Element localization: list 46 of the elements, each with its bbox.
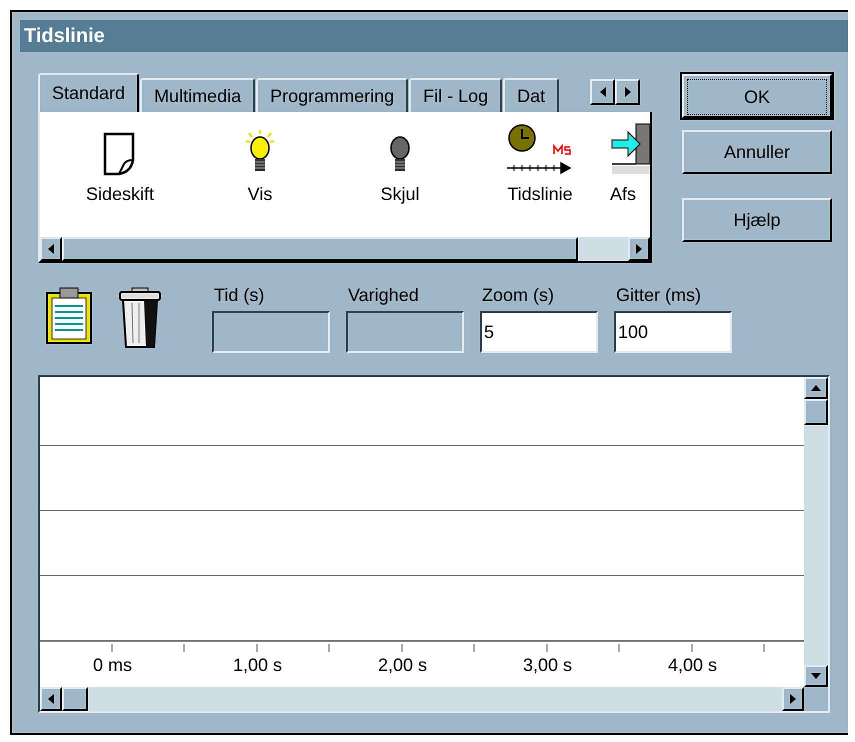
scroll-thumb[interactable] xyxy=(62,687,88,711)
scroll-left-button[interactable] xyxy=(590,79,615,105)
ruler-label: 3,00 s xyxy=(522,654,574,677)
dialog-button[interactable]: Annuller xyxy=(682,130,832,174)
field-label: Zoom (s) xyxy=(481,284,555,307)
ruler-label: 2,00 s xyxy=(376,654,428,677)
palette-item-label[interactable]: Skjul xyxy=(380,184,420,205)
palette-item-label[interactable]: Afs xyxy=(610,184,636,205)
tab[interactable]: Multimedia xyxy=(140,78,256,112)
palette-item-label[interactable]: Tidslinie xyxy=(507,184,573,205)
trash-can-icon[interactable] xyxy=(118,287,162,349)
palette-item-label[interactable]: Sideskift xyxy=(86,184,154,205)
field-label: Tid (s) xyxy=(213,284,266,307)
ruler-label: 0 ms xyxy=(92,654,133,677)
ruler-label: 4,00 s xyxy=(666,654,718,677)
triangle-arrow-icon xyxy=(624,87,632,97)
scroll-thumb[interactable] xyxy=(62,237,578,261)
tab[interactable]: Standard xyxy=(38,73,140,112)
tab[interactable]: Fil - Log xyxy=(409,78,502,112)
input-field[interactable]: 5 xyxy=(480,311,598,353)
scroll-thumb[interactable] xyxy=(804,399,828,425)
timeline-area[interactable]: 0 ms 1,00 s 2,00 s 3,00 s 4,00 s xyxy=(38,375,830,713)
horizontal-scrollbar[interactable] xyxy=(40,237,650,261)
tab[interactable]: Programmering xyxy=(256,78,408,112)
palette-item-label[interactable]: Vis xyxy=(248,184,272,205)
triangle-arrow-icon xyxy=(48,694,54,704)
field-label: Gitter (ms) xyxy=(615,284,702,307)
window-title: Tidslinie xyxy=(20,20,848,52)
input-field[interactable]: 100 xyxy=(614,311,732,353)
triangle-arrow-icon xyxy=(811,385,821,391)
triangle-arrow-icon xyxy=(48,244,54,254)
tab[interactable]: Dat xyxy=(503,78,560,112)
field-label: Varighed xyxy=(347,284,420,307)
scroll-right-button[interactable] xyxy=(615,79,640,105)
vertical-scrollbar[interactable] xyxy=(804,377,828,687)
triangle-arrow-icon xyxy=(636,244,642,254)
dialog-button[interactable]: Hjælp xyxy=(682,198,832,242)
triangle-arrow-icon xyxy=(790,694,796,704)
triangle-arrow-icon xyxy=(811,673,821,679)
ruler-label: 1,00 s xyxy=(232,654,284,677)
page-icon[interactable] xyxy=(103,132,137,176)
clipboard-icon[interactable] xyxy=(45,287,93,345)
triangle-arrow-icon xyxy=(598,87,606,97)
dialog-button[interactable]: OK xyxy=(682,74,832,118)
clock-timeline-icon[interactable] xyxy=(506,124,574,176)
horizontal-scrollbar[interactable] xyxy=(40,687,804,711)
